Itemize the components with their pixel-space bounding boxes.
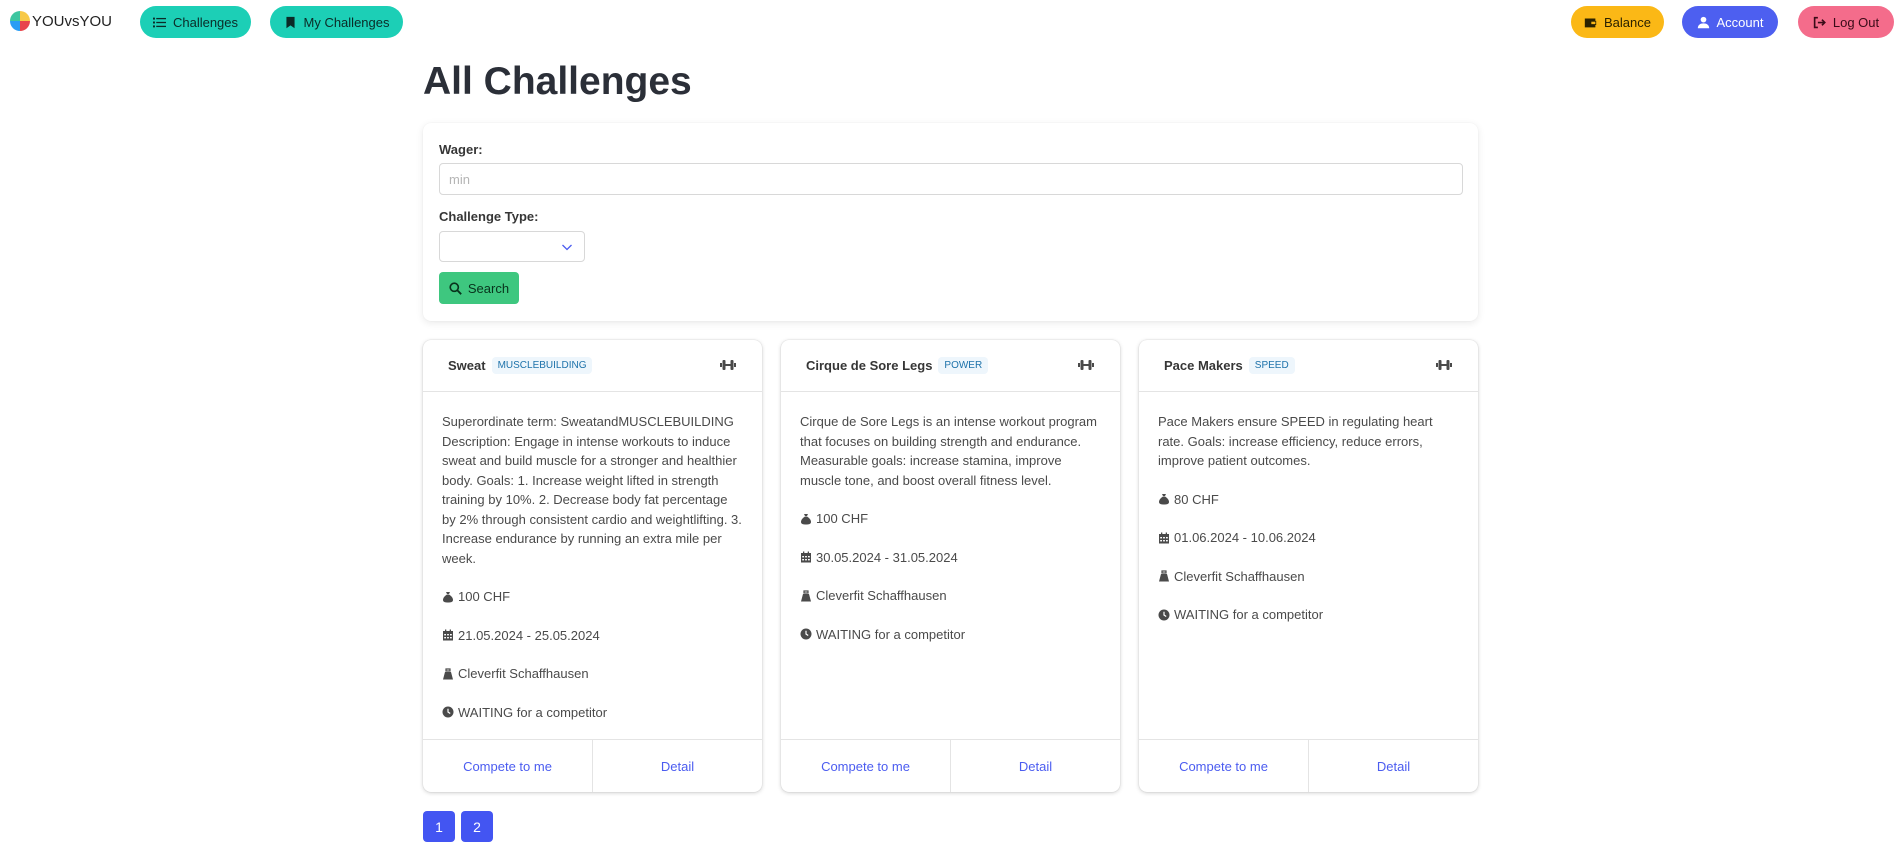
wager-input[interactable] — [439, 163, 1463, 195]
search-panel: Wager: Challenge Type: Search — [423, 123, 1478, 321]
kettlebell-icon — [1159, 570, 1169, 582]
brand-logo-icon — [10, 11, 30, 31]
card-body: Pace Makers ensure SPEED in regulating h… — [1158, 412, 1460, 644]
challenges-label: Challenges — [172, 14, 239, 30]
money-bag-icon — [443, 591, 453, 603]
wallet-icon — [1584, 17, 1597, 27]
compete-link[interactable]: Compete to me — [781, 740, 951, 792]
navbar: YOUvsYOU Challenges My Challenges Balanc… — [0, 0, 1897, 44]
card-footer: Compete to me Detail — [1139, 739, 1478, 792]
dumbbell-icon — [1436, 360, 1452, 370]
account-label: Account — [1716, 14, 1764, 30]
dumbbell-icon — [720, 360, 736, 370]
brand-name: YOUvsYOU — [32, 12, 113, 30]
detail-link[interactable]: Detail — [593, 740, 762, 792]
clock-icon — [1158, 609, 1170, 621]
wager-value: 100 CHF — [458, 589, 511, 604]
card-title: Cirque de Sore Legs — [806, 358, 933, 373]
clock-icon — [442, 706, 454, 718]
calendar-icon — [1159, 532, 1169, 544]
card-header: Pace Makers SPEED — [1139, 340, 1478, 392]
wager-label: Wager: — [439, 142, 483, 157]
card-footer: Compete to me Detail — [423, 739, 762, 792]
money-bag-icon — [1159, 494, 1169, 505]
calendar-icon — [801, 551, 811, 563]
status-value: WAITING for a competitor — [1174, 607, 1324, 622]
bookmark-icon — [285, 16, 295, 28]
dates-row: 01.06.2024 - 10.06.2024 — [1158, 528, 1460, 548]
card-body: Cirque de Sore Legs is an intense workou… — [800, 412, 1102, 663]
dates-row: 30.05.2024 - 31.05.2024 — [800, 548, 1102, 568]
location-value: Cleverfit Schaffhausen — [458, 666, 589, 681]
challenge-card: Pace Makers SPEED Pace Makers ensure SPE… — [1139, 340, 1478, 792]
search-icon — [449, 281, 462, 295]
card-body: Superordinate term: SweatandMUSCLEBUILDI… — [442, 412, 744, 741]
compete-link[interactable]: Compete to me — [1139, 740, 1309, 792]
challenge-type-tag: POWER — [938, 357, 989, 374]
location-row: Cleverfit Schaffhausen — [800, 586, 1102, 606]
challenge-card: Sweat MUSCLEBUILDING Superordinate term:… — [423, 340, 762, 792]
balance-button[interactable]: Balance — [1571, 6, 1664, 38]
my-challenges-button[interactable]: My Challenges — [270, 6, 403, 38]
card-title: Pace Makers — [1164, 358, 1243, 373]
wager-value: 100 CHF — [816, 511, 869, 526]
dates-value: 01.06.2024 - 10.06.2024 — [1174, 530, 1316, 545]
location-value: Cleverfit Schaffhausen — [816, 588, 947, 603]
location-row: Cleverfit Schaffhausen — [442, 664, 744, 684]
challenge-type-tag: MUSCLEBUILDING — [491, 357, 593, 374]
logout-button[interactable]: Log Out — [1798, 6, 1894, 38]
calendar-icon — [443, 629, 453, 641]
card-header: Sweat MUSCLEBUILDING — [423, 340, 762, 392]
challenges-button[interactable]: Challenges — [140, 6, 251, 38]
status-row: WAITING for a competitor — [442, 703, 744, 723]
wager-row: 100 CHF — [800, 509, 1102, 529]
search-label: Search — [467, 280, 510, 296]
challenge-card: Cirque de Sore Legs POWER Cirque de Sore… — [781, 340, 1120, 792]
wager-row: 80 CHF — [1158, 490, 1460, 510]
compete-link[interactable]: Compete to me — [423, 740, 593, 792]
challenge-type-tag: SPEED — [1248, 357, 1295, 374]
status-row: WAITING for a competitor — [1158, 605, 1460, 625]
money-bag-icon — [801, 513, 811, 525]
page-title: All Challenges — [423, 60, 692, 103]
balance-label: Balance — [1604, 14, 1651, 30]
sign-out-icon — [1813, 16, 1826, 28]
dates-row: 21.05.2024 - 25.05.2024 — [442, 626, 744, 646]
wager-row: 100 CHF — [442, 587, 744, 607]
dumbbell-icon — [1078, 360, 1094, 370]
kettlebell-icon — [801, 590, 811, 602]
status-value: WAITING for a competitor — [458, 704, 608, 720]
card-header: Cirque de Sore Legs POWER — [781, 340, 1120, 392]
card-title: Sweat — [448, 358, 486, 373]
search-button[interactable]: Search — [439, 272, 519, 304]
list-icon — [152, 17, 166, 27]
dates-value: 21.05.2024 - 25.05.2024 — [458, 627, 600, 643]
card-description: Superordinate term: SweatandMUSCLEBUILDI… — [442, 414, 742, 566]
challenge-type-select[interactable] — [439, 231, 585, 262]
card-description: Cirque de Sore Legs is an intense workou… — [800, 414, 1097, 488]
card-description: Pace Makers ensure SPEED in regulating h… — [1158, 414, 1433, 468]
pagination-page-2[interactable]: 2 — [461, 811, 493, 842]
card-footer: Compete to me Detail — [781, 739, 1120, 792]
kettlebell-icon — [443, 668, 453, 680]
pagination-page-1[interactable]: 1 — [423, 811, 455, 842]
challenge-type-label: Challenge Type: — [439, 209, 539, 224]
my-challenges-label: My Challenges — [303, 14, 390, 30]
wager-value: 80 CHF — [1174, 491, 1219, 507]
brand[interactable]: YOUvsYOU — [10, 11, 112, 31]
logout-label: Log Out — [1832, 14, 1880, 30]
detail-link[interactable]: Detail — [951, 740, 1120, 792]
dates-value: 30.05.2024 - 31.05.2024 — [816, 549, 958, 565]
location-row: Cleverfit Schaffhausen — [1158, 567, 1460, 587]
chevron-down-icon — [562, 244, 572, 251]
status-value: WAITING for a competitor — [816, 626, 966, 642]
user-icon — [1697, 16, 1709, 28]
status-row: WAITING for a competitor — [800, 625, 1102, 645]
location-value: Cleverfit Schaffhausen — [1174, 568, 1305, 584]
detail-link[interactable]: Detail — [1309, 740, 1478, 792]
account-button[interactable]: Account — [1682, 6, 1778, 38]
clock-icon — [800, 628, 812, 640]
